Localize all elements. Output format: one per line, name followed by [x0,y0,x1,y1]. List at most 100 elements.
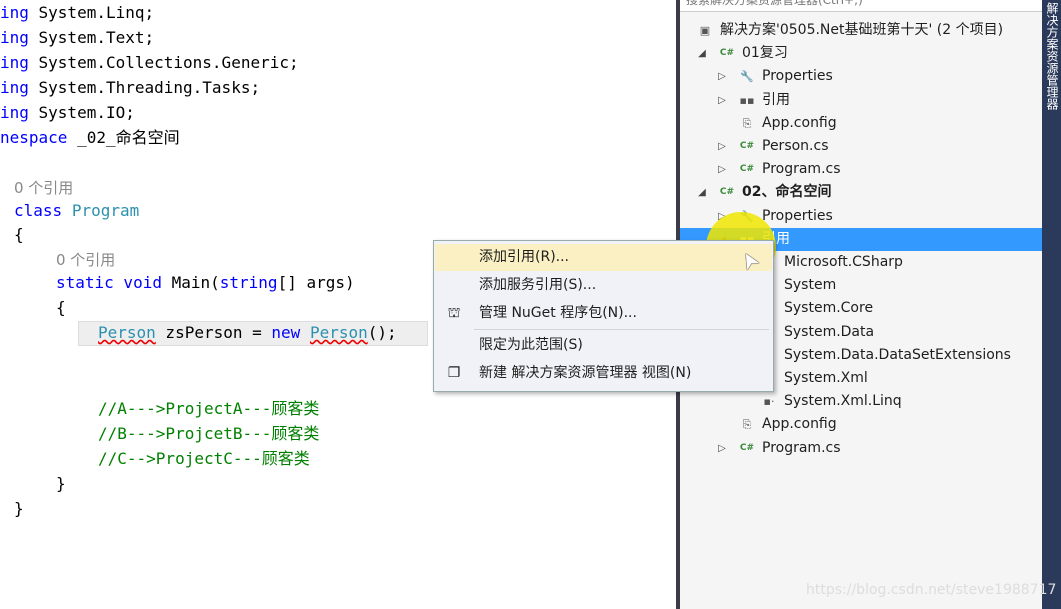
expand-icon[interactable]: ▷ [716,158,728,181]
code-token: new [271,323,301,342]
code-line: static void Main(string[] args) [56,270,355,295]
tree-item-label: 02、命名空间 [742,184,832,201]
tree-item[interactable]: ▪· System.Xml.Linq [680,390,1042,413]
menu-item[interactable]: 限定为此范围(S) [435,332,772,359]
expand-icon[interactable]: ▷ [716,89,728,112]
code-line: { [56,295,66,320]
menu-item[interactable]: 添加服务引用(S)... [435,272,772,299]
tree-item-label: System.Data [784,323,875,340]
code-line: //C-->ProjectC---顾客类 [98,446,310,471]
reference-icon: ▪· [763,395,775,409]
new-view-icon: ❐ [447,365,461,381]
tree-item-label: Person.cs [762,138,829,154]
tree-item[interactable]: ◢ C# 02、命名空间 [680,181,1042,204]
code-line: nespace _02_命名空间 [0,125,180,150]
code-token: //C-->ProjectC---顾客类 [98,449,310,468]
tree-item[interactable]: ▷ C# Program.cs [680,437,1042,460]
menu-item[interactable]: ❐ 新建 解决方案资源管理器 视图(N) [435,360,772,387]
tree-item[interactable]: ◢ C# 01复习 [680,42,1042,65]
using-line: ing System.Text; [0,25,154,50]
tree-item[interactable]: ▷ C# Person.cs [680,135,1042,158]
tree-item[interactable]: ⎘ App.config [680,413,1042,436]
csharp-project-icon: C# [719,187,735,198]
menu-item-label: 添加服务引用(S)... [479,277,597,293]
code-line: 0 个引用 [56,247,115,272]
code-token: } [14,499,24,518]
collapse-icon[interactable]: ◢ [696,42,708,65]
tree-item-label: System.Xml [784,370,868,386]
code-token: } [56,474,66,493]
menu-separator [474,329,769,330]
tree-item[interactable]: ▣ 解决方案'0505.Net基础班第十天' (2 个项目) [680,19,1042,42]
menu-item-label: 添加引用(R)... [479,249,570,265]
tree-item-label: Program.cs [762,161,841,178]
tree-item-label: System [784,277,837,294]
expand-icon[interactable]: ▷ [716,135,728,158]
collapse-icon[interactable]: ◢ [696,181,708,204]
tree-item-label: 01复习 [742,45,788,62]
csharp-file-icon: C# [739,442,755,453]
code-line: //A--->ProjectA---顾客类 [98,396,319,421]
code-token: Program [71,201,140,220]
tree-item-label: Properties [762,68,833,85]
menu-item[interactable]: 添加引用(R)... [435,244,772,271]
tree-item-label: 引用 [762,91,790,108]
menu-item-label: 新建 解决方案资源管理器 视图(N) [479,365,692,381]
expand-icon[interactable]: ▷ [716,437,728,460]
tree-item-label: 解决方案'0505.Net基础班第十天' (2 个项目) [720,22,1004,38]
code-line: } [56,471,66,496]
tree-item-label: App.config [762,114,837,131]
code-token: { [56,298,66,317]
menu-item-label: 限定为此范围(S) [479,337,583,353]
tree-item[interactable]: ▷ ▪▪ 引用 [680,89,1042,112]
side-tab-solution-explorer[interactable]: 解决方案资源管理器 [1042,0,1061,609]
code-line: //B--->ProjcetB---顾客类 [98,421,319,446]
code-token: (); [367,323,397,342]
context-menu: 添加引用(R)... 添加服务引用(S)... ⛫ 管理 NuGet 程序包(N)..… [433,240,774,392]
code-token: //B--->ProjcetB---顾客类 [98,424,320,443]
tree-item-label: Microsoft.CSharp [784,254,903,270]
menu-item[interactable]: ⛫ 管理 NuGet 程序包(N)... [435,300,772,327]
code-token: //A--->ProjectA---顾客类 [98,399,320,418]
code-token: 0 个引用 [56,251,116,269]
search-input[interactable]: 搜索解决方案资源管理器(Ctrl+;) [680,0,1042,12]
using-line: ing System.Threading.Tasks; [0,75,260,100]
watermark: https://blog.csdn.net/steve1988717 [806,582,1057,598]
using-line: ing System.IO; [0,100,135,125]
nuget-icon: ⛫ [447,305,461,321]
code-line: } [14,496,24,521]
menu-item-label: 管理 NuGet 程序包(N)... [479,305,637,321]
code-line: { [14,222,24,247]
tree-item-label: System.Xml.Linq [784,393,902,410]
tree-item-label: App.config [762,416,837,433]
config-file-icon: ⎘ [742,418,752,432]
tree-item-label: System.Data.DataSetExtensions [784,346,1011,363]
tree-item[interactable]: ▷ C# Program.cs [680,158,1042,181]
code-token: static void [56,273,162,292]
solution-icon: ▣ [699,24,711,37]
code-token: string [219,273,278,292]
csharp-file-icon: C# [739,141,755,151]
code-token: Person [98,323,156,342]
code-line: 0 个引用 [14,175,73,200]
csharp-project-icon: C# [719,48,735,59]
references-icon: ▪▪ [739,93,755,107]
code-token: class [14,201,63,220]
config-file-icon: ⎘ [742,116,752,130]
csharp-file-icon: C# [739,164,755,175]
code-token: 0 个引用 [14,179,74,197]
tree-item[interactable]: ▷ 🔧 Properties [680,65,1042,88]
code-token: _02_命名空间 [67,128,180,147]
tree-item[interactable]: ⎘ App.config [680,112,1042,135]
code-line: Person zsPerson = new Person(); [98,320,397,345]
using-line: ing System.Collections.Generic; [0,50,299,75]
expand-icon[interactable]: ▷ [716,65,728,88]
code-token: Person [309,323,368,342]
tree-item-label: System.Core [784,300,874,317]
code-token: nespace [0,128,68,147]
code-token: { [14,225,24,244]
code-token: Main( [161,273,220,292]
tree-item-label: Program.cs [762,439,841,456]
